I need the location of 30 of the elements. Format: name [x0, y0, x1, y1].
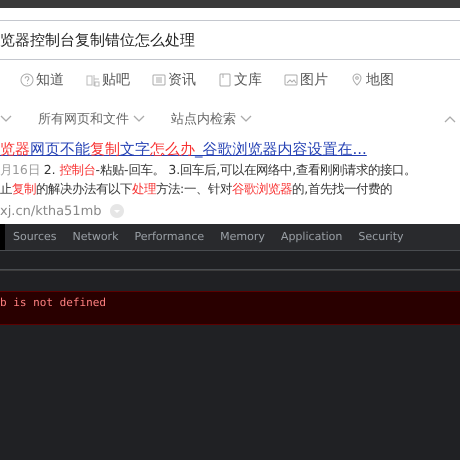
search-field[interactable]: 览器控制台复制错位怎么处理 [0, 20, 460, 60]
devtools-tab[interactable]: Network [64, 224, 126, 250]
devtools-tab[interactable]: Performance [126, 224, 212, 250]
image-icon [284, 73, 298, 87]
chevron-down-icon [240, 115, 252, 123]
chevron-down-icon [133, 115, 145, 123]
nav-tab[interactable]: 贴吧 [86, 71, 130, 89]
result-snippet: 止复制的解决办法有以下处理方法:一、针对谷歌浏览器的,首先找一付费的 [0, 180, 394, 198]
chevron-down-icon[interactable] [0, 115, 12, 123]
devtools-tab[interactable]: Security [350, 224, 412, 250]
filter-dropdown[interactable]: 站点内检索 [171, 110, 252, 128]
devtools-tab[interactable]: Memory [212, 224, 273, 250]
filter-dropdown[interactable]: 所有网页和文件 [38, 110, 145, 128]
nav-tab[interactable]: 图片 [284, 71, 328, 89]
error-message: b is not defined [0, 296, 106, 309]
map-icon [350, 73, 364, 87]
question-icon [20, 73, 34, 87]
result-url: xj.cn/ktha51mb [0, 204, 102, 218]
devtools-tab[interactable]: Sources [5, 224, 65, 250]
chevron-up-icon[interactable] [444, 115, 456, 123]
dropdown-circle-icon[interactable] [110, 204, 124, 218]
nav-tab[interactable]: 地图 [350, 71, 394, 89]
news-icon [152, 73, 166, 87]
document-icon [218, 73, 232, 87]
nav-tab[interactable]: 文库 [218, 71, 262, 89]
nav-tab[interactable]: 资讯 [152, 71, 196, 89]
devtools-tab[interactable]: Application [272, 224, 350, 250]
nav-tab[interactable]: 知道 [20, 71, 64, 89]
tab-edge [0, 224, 5, 250]
result-snippet: 月16日 2. 控制台-粘贴-回车。 3.回车后,可以在网络中,查看刚刚请求的接口。 [0, 161, 418, 179]
